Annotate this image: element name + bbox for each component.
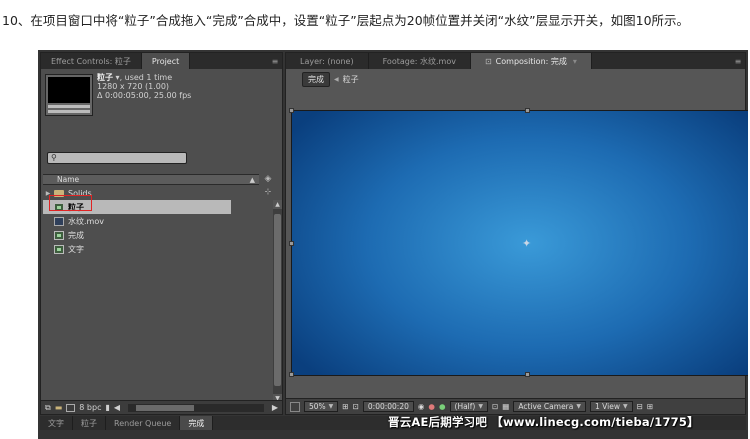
scroll-left-icon[interactable]: ◀ [114,403,120,412]
after-effects-window: Effect Controls: 粒子 Project ≡ 粒子 ▾, used… [38,50,748,439]
search-icon: ⚲ [51,153,57,162]
breadcrumb-arrow-icon: ◀ [334,76,339,83]
view-layout-dropdown[interactable]: 1 View ▼ [590,401,633,412]
item-info: 粒子 ▾, used 1 time 1280 x 720 (1.00) Δ 0:… [97,73,191,100]
scroll-up-icon[interactable]: ▲ [273,200,282,209]
panel-menu-icon[interactable]: ≡ [268,53,282,69]
flowchart-icon[interactable]: ⊹ [262,187,274,198]
bit-depth-button[interactable]: 8 bpc [79,403,101,412]
safe-margins-icon[interactable]: ⊞ [342,402,348,411]
resolution-value: (Half) [454,402,476,411]
list-item[interactable]: 完成 [43,228,231,242]
tab-composition[interactable]: ⊡ Composition: 完成 ▾ [470,53,592,69]
viewer-footer: 50% ▼ ⊞ ⊡ 0:00:00:20 ◉ ● ● (Half) ▼ ⊡ ▦ Ac… [286,398,745,414]
vertical-scrollbar[interactable]: ▲ ▼ [273,200,282,403]
tab-footage[interactable]: Footage: 水纹.mov [369,53,471,69]
project-footer: ⧉ ▬ 8 bpc ▮ ◀ ▶ [41,400,282,414]
region-of-interest-icon[interactable]: ⊡ [492,402,498,411]
item-info-name: 粒子 [97,73,113,82]
footage-icon [53,216,64,226]
trash-icon[interactable]: ▮ [105,403,109,412]
tab-label: Effect Controls: 粒子 [51,56,131,66]
tab-timeline-final[interactable]: 完成 [180,416,214,430]
composition-icon [53,230,64,240]
composition-tab-bar: Layer: (none) Footage: 水纹.mov ⊡ Composit… [286,53,745,69]
anchor-point-icon[interactable]: ✦ [522,238,531,249]
interpret-footage-icon[interactable]: ⧉ [45,403,51,413]
column-header[interactable]: Name ▲ [43,174,259,185]
zoom-value: 50% [309,402,326,411]
channel-icon[interactable]: ● [439,402,446,411]
fast-previews-icon[interactable]: ⊞ [647,402,653,411]
views-value: 1 View [595,402,620,411]
breadcrumb: 完成 ◀ 粒子 [302,72,359,87]
article-caption: 10、在项目窗口中将“粒子”合成拖入“完成”合成中，设置“粒子”层起点为20帧位… [2,13,690,28]
tab-dropdown-icon[interactable]: ▾ [573,57,577,66]
watermark: 晋云AE后期学习吧 【www.linecg.com/tieba/1775】 [388,415,699,429]
tab-label: 粒子 [81,418,97,428]
camera-value: Active Camera [518,402,574,411]
tab-label: Footage: 水纹.mov [382,56,456,66]
item-label: 水纹.mov [68,216,104,226]
tab-label: Project [151,56,180,66]
transform-handle[interactable] [525,108,530,113]
composition-icon [53,244,64,254]
tab-label: Composition: 完成 [495,56,567,66]
horizontal-scrollbar[interactable] [128,403,264,412]
tab-layer[interactable]: Layer: (none) [286,53,369,69]
always-preview-icon[interactable] [290,401,300,412]
transform-handle[interactable] [525,372,530,377]
breadcrumb-item[interactable]: 完成 [302,72,330,87]
list-item[interactable]: 水纹.mov [43,214,231,228]
new-folder-icon[interactable]: ▬ [55,403,63,412]
snapshot-icon[interactable]: ◉ [418,402,425,411]
transform-handle[interactable] [289,372,294,377]
toggle-pixel-aspect-icon[interactable]: ⊟ [637,402,643,411]
panel-menu-icon[interactable]: ≡ [731,53,745,69]
tab-render-queue[interactable]: Render Queue [106,416,181,430]
new-composition-icon[interactable] [66,403,76,412]
project-search-input[interactable]: ⚲ [47,152,187,164]
item-info-duration: Δ 0:00:05:00, 25.00 fps [97,91,192,100]
tab-timeline-particles[interactable]: 粒子 [73,416,106,430]
transform-handle[interactable] [289,241,294,246]
item-info-usage: , used 1 time [119,73,173,82]
lock-icon[interactable]: ⊡ [485,57,492,66]
tab-project[interactable]: Project [141,53,191,69]
scroll-thumb[interactable] [274,214,281,386]
breadcrumb-item[interactable]: 粒子 [343,74,359,85]
tab-timeline-text[interactable]: 文字 [40,416,73,430]
tab-label: Render Queue [114,418,172,428]
camera-dropdown[interactable]: Active Camera ▼ [513,401,586,412]
project-tab-bar: Effect Controls: 粒子 Project ≡ [41,53,282,69]
tab-label: 完成 [188,418,205,428]
item-label: 完成 [68,230,84,240]
transparency-grid-icon[interactable]: ▦ [502,402,509,411]
project-panel: Effect Controls: 粒子 Project ≡ 粒子 ▾, used… [40,52,283,415]
tab-label: Layer: (none) [300,56,354,66]
item-info-dimensions: 1280 x 720 (1.00) [97,82,170,91]
list-item[interactable]: 文字 [43,242,231,256]
composition-panel: Layer: (none) Footage: 水纹.mov ⊡ Composit… [285,52,748,415]
column-header-name: Name [57,175,80,184]
item-label: 文字 [68,244,84,254]
selection-highlight-box [49,195,92,211]
show-snapshot-icon[interactable]: ● [428,402,435,411]
transform-handle[interactable] [289,108,294,113]
scroll-right-icon[interactable]: ▶ [272,403,278,412]
magnification-dropdown[interactable]: 50% ▼ [304,401,339,412]
tab-label: 文字 [48,418,64,428]
mask-visibility-icon[interactable]: ⊡ [353,402,359,411]
label-tag-icon[interactable]: ◈ [261,174,275,185]
tab-effect-controls[interactable]: Effect Controls: 粒子 [41,53,142,69]
current-time-field[interactable]: 0:00:00:20 [362,401,414,412]
sort-arrow-icon[interactable]: ▲ [250,176,255,184]
composition-viewer[interactable]: ✦ [289,108,748,377]
resolution-dropdown[interactable]: (Half) ▼ [449,401,488,412]
item-thumbnail [45,74,93,116]
timecode-value: 0:00:00:20 [367,402,409,411]
